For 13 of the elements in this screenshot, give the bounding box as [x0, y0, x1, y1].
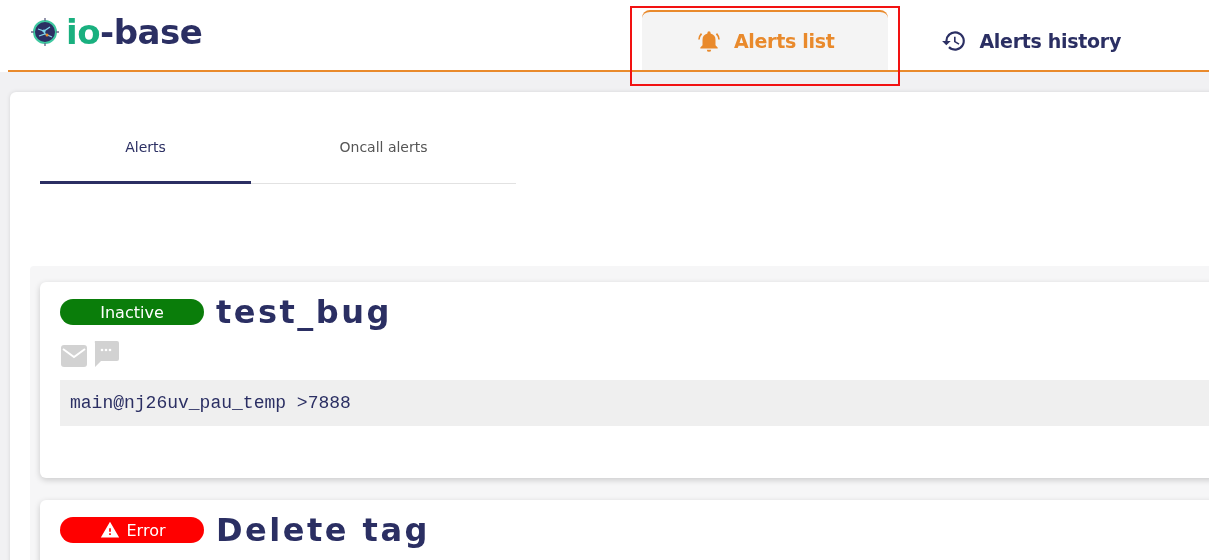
sub-tab[interactable]: Alerts [40, 112, 251, 184]
condition-code: main@nj26uv_pau_temp >7888 [60, 380, 1209, 426]
sub-tab[interactable]: Oncall alerts [251, 112, 516, 184]
logo-icon [30, 17, 60, 47]
warning-icon [98, 520, 121, 540]
alert-title: test_bug [216, 294, 392, 330]
bell-icon [695, 28, 722, 54]
status-badge: Inactive [60, 299, 204, 325]
logo-text: io-base [66, 14, 203, 50]
nav-tab[interactable]: Alerts history [908, 10, 1155, 70]
alert-title: Delete tag [216, 512, 430, 548]
history-icon [941, 28, 968, 54]
status-badge: Error [60, 517, 204, 543]
